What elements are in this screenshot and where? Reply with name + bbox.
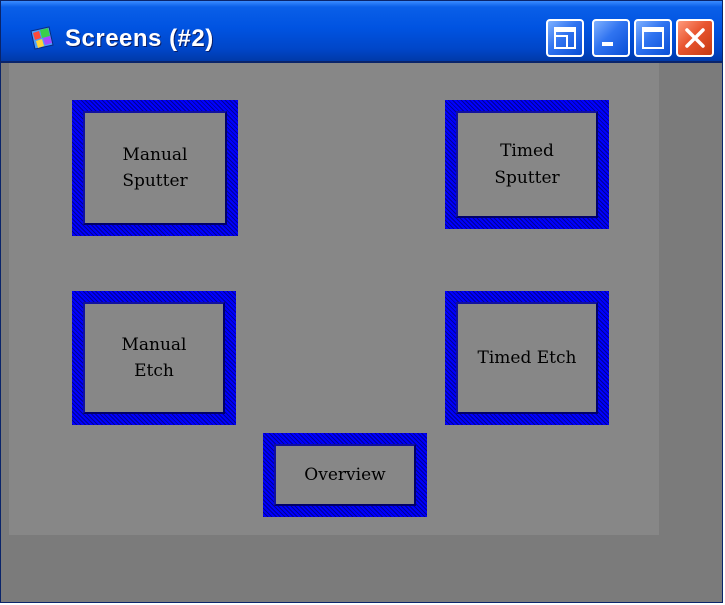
button-face: Timed Etch [456,302,598,414]
close-button[interactable] [676,19,714,57]
manual-sputter-label: Manual Sputter [122,144,188,191]
overview-button[interactable]: Overview [263,433,427,517]
right-panel-area [659,63,722,535]
timed-sputter-button[interactable]: Timed Sputter [445,100,609,229]
window-left-edge [2,63,9,596]
screens-window: Screens (#2) Manual Sputter Timed Sputte… [0,0,723,603]
button-face: Timed Sputter [456,111,598,218]
minimize-icon [602,42,613,46]
screens-panel: Manual Sputter Timed Sputter Manual Etch… [9,63,659,535]
window-restore-icon [554,27,576,49]
manual-sputter-button[interactable]: Manual Sputter [72,100,238,236]
window-title: Screens (#2) [65,25,214,52]
maximize-button[interactable] [634,19,672,57]
restore-button[interactable] [546,19,584,57]
app-icon [30,26,54,50]
minimize-button[interactable] [592,19,630,57]
manual-etch-label: Manual Etch [121,334,187,381]
timed-sputter-label: Timed Sputter [494,141,560,188]
overview-label: Overview [304,464,386,485]
maximize-icon [642,27,664,49]
timed-etch-button[interactable]: Timed Etch [445,291,609,425]
button-face: Manual Sputter [83,111,227,225]
manual-etch-button[interactable]: Manual Etch [72,291,236,425]
timed-etch-label: Timed Etch [477,347,577,368]
close-icon [685,28,705,48]
bottom-panel-area [9,535,722,596]
title-bar[interactable]: Screens (#2) [1,1,722,63]
button-face: Manual Etch [83,302,225,414]
window-bottom-edge [2,596,722,602]
button-face: Overview [274,444,416,506]
